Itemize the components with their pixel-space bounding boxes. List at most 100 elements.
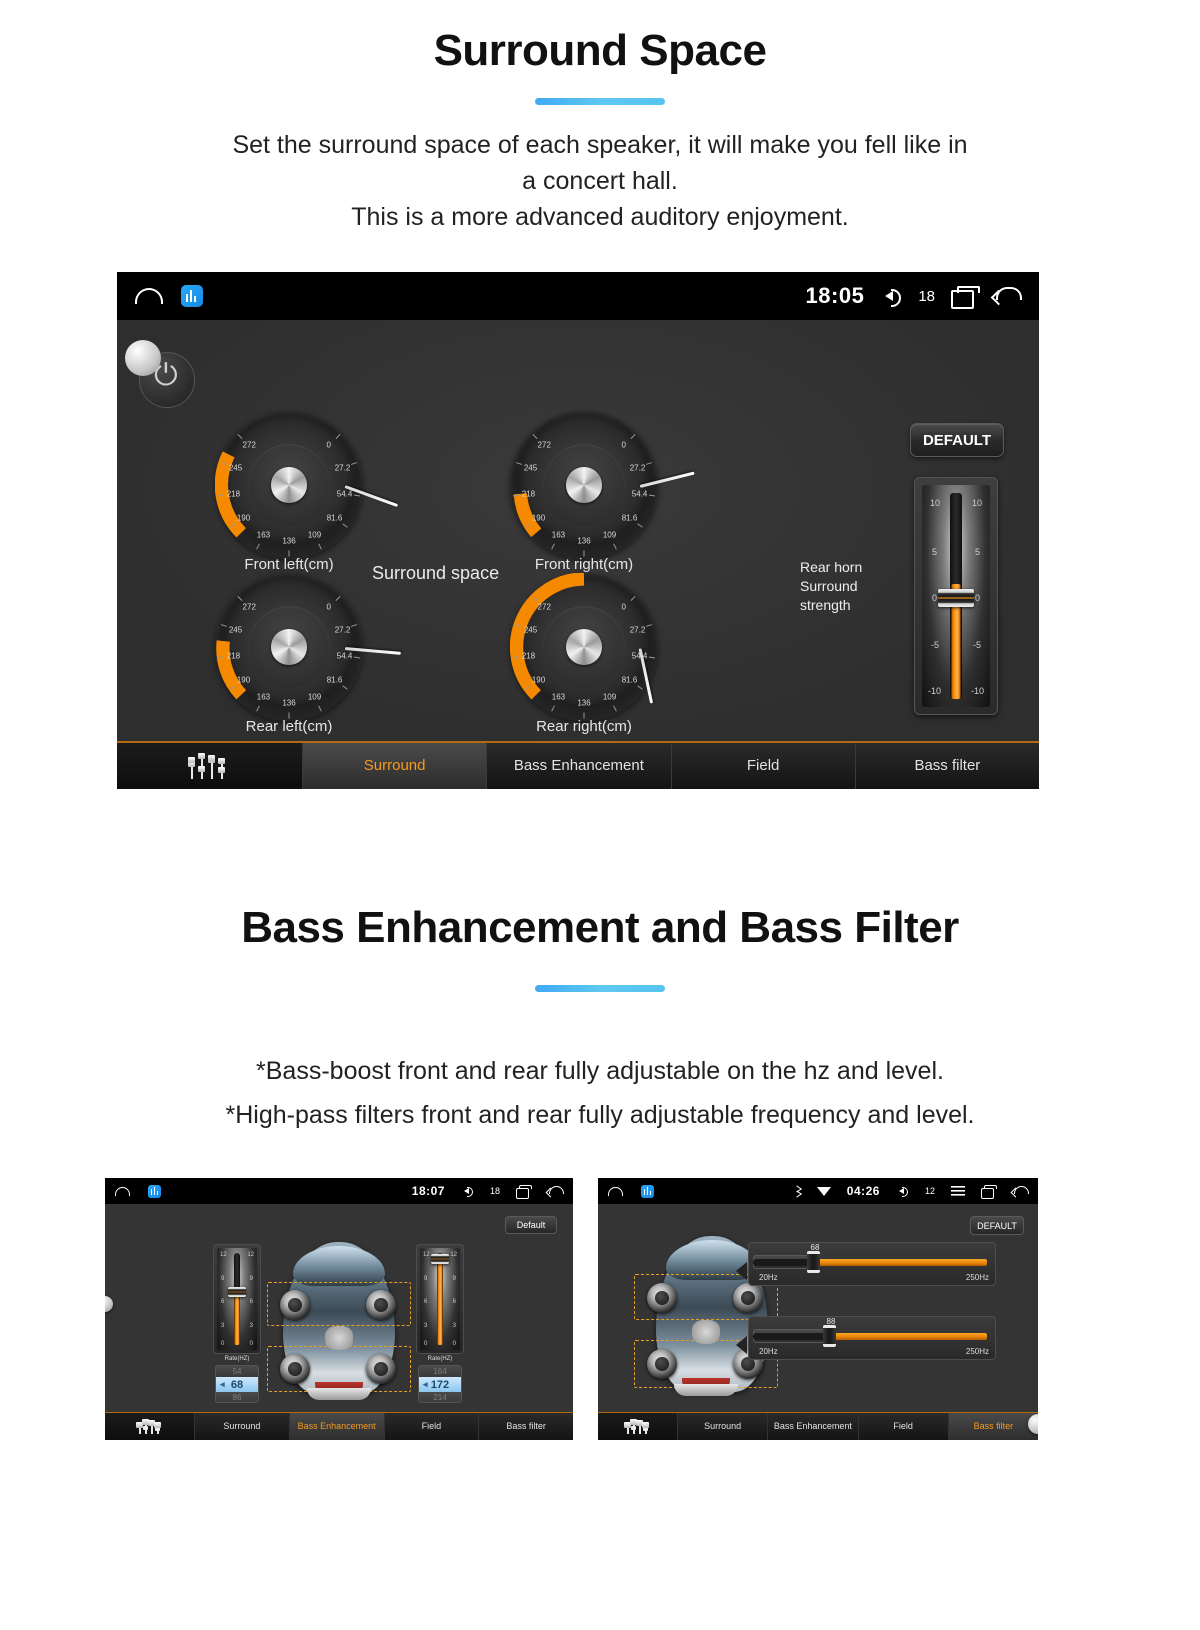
tab-surround[interactable]: Surround: [303, 743, 488, 789]
gauge-tick-mark: [341, 523, 348, 528]
gauge-tick-label: 272: [242, 602, 256, 612]
front-rate-fader[interactable]: 12 9 6 3 0 12 9 6 3 0: [213, 1244, 261, 1354]
volume-icon[interactable]: [461, 1185, 474, 1197]
value-option[interactable]: 86: [216, 1392, 258, 1402]
value-option[interactable]: 214: [419, 1392, 461, 1402]
equalizer-app-icon[interactable]: [148, 1184, 161, 1198]
value-option-selected[interactable]: ◂ 68: [216, 1377, 258, 1392]
rear-rate-fader[interactable]: 12 9 6 3 0 12 9 6 3 0: [416, 1244, 464, 1354]
rear-rate-value-list[interactable]: 164 ◂ 172 214: [418, 1365, 462, 1403]
back-icon[interactable]: [1012, 1186, 1028, 1197]
gauge-rear-left[interactable]: 0 27.2 54.4 81.6 109 136 163 190 218 245 272: [215, 573, 401, 721]
engine-icon: [325, 1326, 353, 1350]
gauge-tick-label: 27.2: [334, 463, 351, 473]
car-bumper: [674, 1384, 738, 1396]
android-status-bar: 18:07 18: [105, 1178, 573, 1204]
default-button[interactable]: DEFAULT: [970, 1216, 1024, 1235]
gauge-tick-label: 81.6: [326, 513, 343, 523]
back-icon[interactable]: [547, 1186, 563, 1197]
recents-icon[interactable]: [951, 286, 980, 309]
value-option[interactable]: 54: [216, 1366, 258, 1377]
tab-bass-enhancement[interactable]: Bass Enhancement: [289, 1413, 385, 1440]
home-icon[interactable]: [115, 1186, 130, 1196]
gauge-tick-mark: [335, 433, 341, 439]
tab-surround[interactable]: Surround: [195, 1413, 290, 1440]
slider-knob-front[interactable]: [807, 1251, 820, 1273]
bottom-tab-bar[interactable]: Surround Bass Enhancement Field Bass fil…: [117, 741, 1039, 789]
tab-bass-enhancement[interactable]: Bass Enhancement: [768, 1413, 859, 1440]
tab-equalizer[interactable]: [598, 1413, 678, 1440]
surround-strength-fader[interactable]: 10 5 0 -5 -10 10 5 0 -5 -10: [914, 477, 998, 715]
gauge-tick-mark: [318, 705, 323, 712]
fader-scale-label: 0: [932, 593, 938, 604]
tab-field[interactable]: Field: [858, 1413, 949, 1440]
gauge-tick-label: 27.2: [629, 463, 646, 473]
gauge-tick-mark: [646, 624, 653, 628]
default-button[interactable]: Default: [505, 1216, 557, 1234]
gauge-tick-mark: [353, 494, 361, 497]
front-rate-value-list[interactable]: 54 ◂ 68 86: [215, 1365, 259, 1403]
fader-knob[interactable]: [938, 589, 974, 608]
gauge-front-right[interactable]: 0 27.2 54.4 81.6 109 136 163 190 218 245 272: [510, 411, 695, 559]
power-knob-ball[interactable]: [105, 1296, 113, 1312]
tab-bass-enhancement[interactable]: Bass Enhancement: [487, 743, 672, 789]
tab-bass-filter[interactable]: Bass filter: [855, 743, 1039, 789]
volume-icon[interactable]: [896, 1185, 909, 1197]
gauge-rear-right[interactable]: 0 27.2 54.4 81.6 109 136 163 190 218 245 272: [510, 573, 658, 721]
fader-scale-label: 0: [452, 1340, 456, 1347]
caption-line: Rear horn: [800, 559, 863, 575]
gauge-front-left[interactable]: 0 27.2 54.4 81.6 109 136 163 190 218 245 272: [215, 411, 399, 559]
fader-track-area[interactable]: 12 9 6 3 0 12 9 6 3 0: [420, 1248, 460, 1350]
power-knob-ball[interactable]: [125, 340, 161, 376]
equalizer-app-icon[interactable]: [641, 1184, 654, 1198]
recents-icon[interactable]: [981, 1185, 997, 1199]
chevron-left-icon: ◂: [220, 1379, 225, 1389]
gauge-tick-label: 81.6: [621, 513, 638, 523]
tab-field[interactable]: Field: [384, 1413, 480, 1440]
tab-field[interactable]: Field: [671, 743, 856, 789]
gauge-tick-mark: [648, 656, 656, 659]
gauge-tick-label: 54.4: [631, 489, 648, 499]
gauge-tick-mark: [220, 462, 227, 466]
status-time: 04:26: [846, 1184, 880, 1198]
speaker-rear-left: [647, 1349, 677, 1379]
fader-scale-label: 6: [452, 1299, 456, 1306]
gauge-tick-label: 272: [537, 602, 551, 612]
fader-scale-label: 3: [452, 1322, 456, 1329]
default-button[interactable]: DEFAULT: [910, 423, 1004, 457]
gauge-tick-label: 190: [236, 513, 251, 523]
gauge-tick-mark: [230, 685, 237, 690]
bottom-tab-bar[interactable]: Surround Bass Enhancement Field Bass fil…: [105, 1412, 573, 1440]
value-option-selected[interactable]: ◂ 172: [419, 1377, 461, 1392]
slider-knob-rear[interactable]: [823, 1325, 836, 1347]
back-icon[interactable]: [993, 287, 1021, 305]
home-icon[interactable]: [608, 1186, 623, 1196]
gauge-tick-label: 245: [523, 463, 538, 473]
tab-bass-filter[interactable]: Bass filter: [948, 1413, 1038, 1440]
recents-icon[interactable]: [516, 1185, 532, 1199]
bass-range-slider-rear[interactable]: 88 20Hz 250Hz: [748, 1316, 996, 1360]
equalizer-app-icon[interactable]: [181, 285, 203, 307]
fader-scale-label: 9: [452, 1275, 456, 1282]
home-icon[interactable]: [135, 288, 163, 304]
volume-icon[interactable]: [880, 286, 902, 307]
tab-equalizer[interactable]: [105, 1413, 195, 1440]
bottom-tab-bar[interactable]: Surround Bass Enhancement Field Bass fil…: [598, 1412, 1038, 1440]
tab-surround[interactable]: Surround: [678, 1413, 769, 1440]
bass-range-slider-front[interactable]: 68 20Hz 250Hz: [748, 1242, 996, 1286]
gauge-tick-mark: [230, 523, 237, 528]
gauge-tick-label: 54.4: [336, 651, 353, 661]
speaker-rear-left: [280, 1354, 310, 1384]
fader-knob[interactable]: [431, 1254, 449, 1265]
tab-bass-filter[interactable]: Bass filter: [479, 1413, 573, 1440]
engine-icon: [692, 1320, 720, 1344]
fader-scale-label: 12: [220, 1252, 227, 1259]
fader-knob[interactable]: [228, 1286, 246, 1297]
fader-track-area[interactable]: 12 9 6 3 0 12 9 6 3 0: [217, 1248, 257, 1350]
fader-scale-label: 3: [221, 1322, 225, 1329]
tab-equalizer[interactable]: [117, 743, 303, 789]
slider-pointer-front: [736, 1262, 747, 1280]
menu-icon[interactable]: [951, 1186, 965, 1196]
value-option[interactable]: 164: [419, 1366, 461, 1377]
fader-track-area[interactable]: 10 5 0 -5 -10 10 5 0 -5 -10: [922, 485, 990, 707]
